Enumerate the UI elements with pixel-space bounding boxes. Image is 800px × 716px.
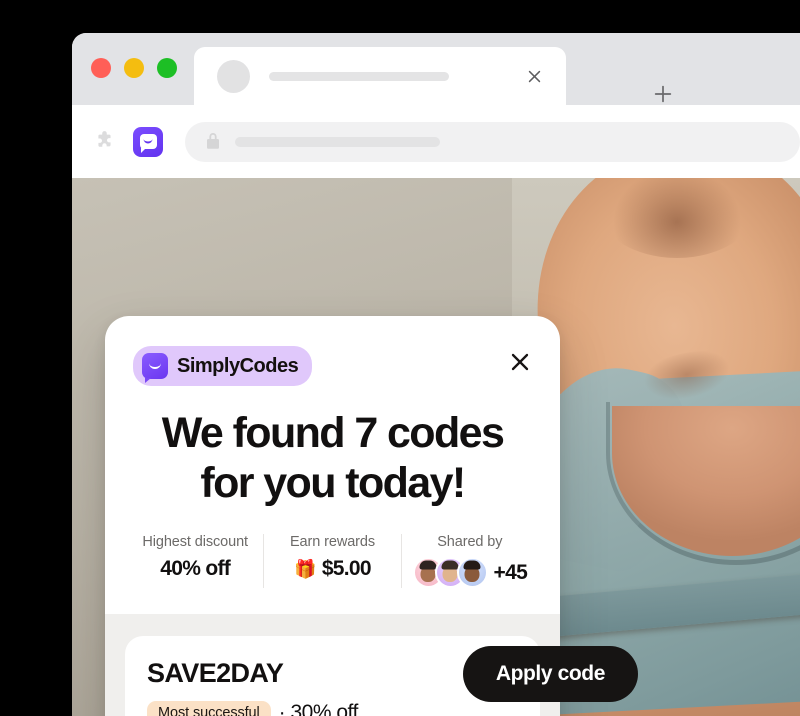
simplycodes-extension-icon[interactable] bbox=[133, 126, 163, 157]
close-icon[interactable] bbox=[506, 348, 534, 376]
stat-value: 🎁 $5.00 bbox=[272, 557, 392, 581]
headline-line-2: for you today! bbox=[200, 459, 466, 507]
offer-discount: · 30% off bbox=[278, 701, 359, 716]
offers-panel: SAVE2DAY Most successful · 30% off 9 bbox=[105, 614, 638, 716]
brand-logo: SimplyCodes bbox=[133, 346, 313, 386]
page-viewport: SimplyCodes We found 7 codes for you tod… bbox=[72, 178, 800, 716]
browser-tab-strip bbox=[72, 33, 800, 105]
status-badge: Most successful bbox=[147, 701, 271, 716]
stats-row: Highest discount 40% off Earn rewards 🎁 … bbox=[127, 534, 538, 614]
simplycodes-popup: SimplyCodes We found 7 codes for you tod… bbox=[105, 316, 638, 716]
avatar-stack bbox=[412, 557, 488, 588]
stat-value-text: $5.00 bbox=[321, 557, 372, 580]
stat-value-text: +45 bbox=[493, 560, 528, 584]
window-maximize-button[interactable] bbox=[157, 58, 177, 78]
url-placeholder bbox=[235, 136, 440, 147]
lock-icon bbox=[206, 133, 220, 150]
browser-window: SimplyCodes We found 7 codes for you tod… bbox=[72, 33, 800, 716]
tab-favicon bbox=[217, 59, 250, 93]
stat-label: Shared by bbox=[437, 534, 503, 550]
puzzle-icon[interactable] bbox=[93, 129, 119, 155]
brand-name: SimplyCodes bbox=[177, 354, 299, 377]
tab-close-icon[interactable] bbox=[524, 66, 544, 86]
stat-label: Earn rewards bbox=[289, 534, 375, 550]
offer-meta: Most successful · 30% off bbox=[147, 701, 518, 716]
browser-tab[interactable] bbox=[194, 47, 566, 105]
window-close-button[interactable] bbox=[91, 58, 111, 78]
stat-value: 40% off bbox=[135, 557, 255, 581]
window-minimize-button[interactable] bbox=[124, 58, 144, 78]
offer-card[interactable]: SAVE2DAY Most successful · 30% off 9 bbox=[125, 636, 638, 716]
avatar bbox=[456, 557, 488, 588]
headline-line-1: We found 7 codes bbox=[161, 409, 505, 457]
stat-shared-by: Shared by +45 bbox=[400, 534, 538, 588]
stat-label: Highest discount bbox=[142, 534, 248, 550]
tab-title-placeholder bbox=[269, 71, 449, 81]
popup-header: SimplyCodes We found 7 codes for you tod… bbox=[105, 316, 560, 508]
address-bar[interactable] bbox=[185, 121, 800, 162]
chat-bubble-icon bbox=[139, 134, 157, 153]
gift-icon: 🎁 bbox=[294, 559, 316, 579]
stat-highest-discount: Highest discount 40% off bbox=[127, 534, 263, 588]
browser-toolbar bbox=[72, 105, 800, 178]
page-title: We found 7 codes for you today! bbox=[133, 408, 532, 508]
stat-value-text: 40% off bbox=[160, 557, 231, 580]
stat-earn-rewards: Earn rewards 🎁 $5.00 bbox=[263, 534, 400, 588]
apply-code-button[interactable]: Apply code bbox=[462, 646, 638, 702]
new-tab-icon[interactable] bbox=[652, 83, 674, 105]
simplycodes-logo-icon bbox=[142, 353, 168, 383]
window-traffic-lights bbox=[91, 58, 177, 78]
stat-value: +45 bbox=[410, 557, 530, 588]
